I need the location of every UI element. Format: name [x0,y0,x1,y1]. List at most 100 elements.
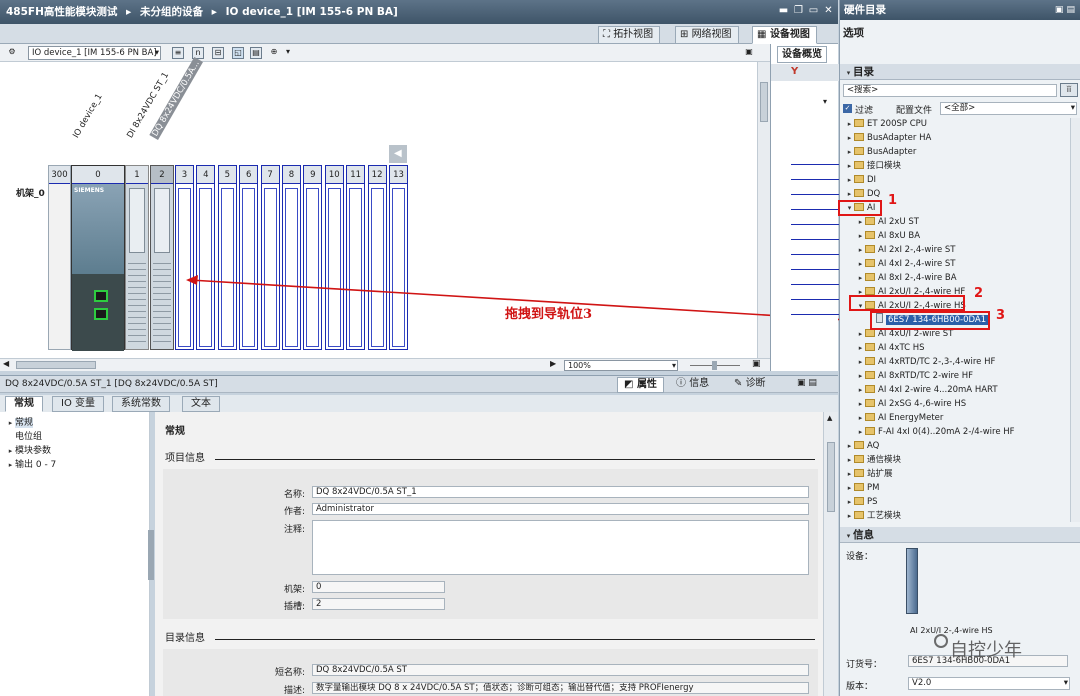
catalog-item[interactable]: ▸ PM [840,481,1070,495]
tab-diagnostics[interactable]: ✎ 诊断 [728,377,772,393]
tab-device-overview[interactable]: 设备概览 [777,46,827,63]
catalog-item[interactable]: ▸ AI 8xI 2-,4-wire BA [840,271,1070,285]
rack-slot-2[interactable]: 2 [150,165,174,350]
snap-icon[interactable]: ◱ [232,47,244,59]
canvas-vertical-scrollbar[interactable] [757,62,770,358]
zoom-icon[interactable]: ⊕ [268,47,280,59]
hscroll-thumb[interactable] [16,361,96,369]
device-selector[interactable]: IO device_1 [IM 155-6 PN BA] ▾ [28,46,161,60]
fit-view-icon[interactable]: ▣ [752,359,761,369]
subtab-system-constants[interactable]: 系统常数 [112,396,170,412]
tab-info[interactable]: ⓘ 信息 [670,377,715,393]
catalog-item[interactable]: ▸ AI 4xI 2-wire 4...20mA HART [840,383,1070,397]
catalog-item[interactable]: ▸ DQ [840,187,1070,201]
rack-slot-0[interactable]: 0 SIEMENS [71,165,125,351]
close-icon[interactable]: ✕ [823,5,834,16]
caret-right-icon[interactable]: ▸ [845,159,854,173]
catalog-item[interactable]: ▸ ET 200SP CPU [840,117,1070,131]
panel-menu-icon[interactable]: ▣ ▤ [1055,0,1075,20]
caret-right-icon[interactable]: ▸ [856,215,865,229]
rack-slot-6[interactable]: 6 [239,165,259,350]
catalog-item[interactable]: ▸ AQ [840,439,1070,453]
catalog-item[interactable]: ▸ AI 4xTC HS [840,341,1070,355]
subtab-general[interactable]: 常规 [5,396,43,412]
rack-slot-12[interactable]: 12 [367,165,387,350]
rack-slot-300[interactable]: 300 [48,165,71,350]
caret-right-icon[interactable]: ▸ [845,131,854,145]
splitter-handle[interactable] [148,530,154,580]
name-field[interactable]: DQ 8x24VDC/0.5A ST_1 [312,486,809,498]
scroll-thumb[interactable] [827,442,835,512]
catalog-item[interactable]: ▸ BusAdapter HA [840,131,1070,145]
catalog-item[interactable]: ▸ F-AI 4xI 0(4)..20mA 2-/4-wire HF [840,425,1070,439]
breadcrumb-project[interactable]: 485FH高性能模块测试 [6,6,117,18]
overview-toggle-icon[interactable]: ▣ [743,47,755,59]
subtab-texts[interactable]: 文本 [182,396,220,412]
catalog-item[interactable]: ▸ 通信模块 [840,453,1070,467]
rack-slot-11[interactable]: 11 [346,165,366,350]
caret-right-icon[interactable]: ▸ [856,271,865,285]
minimize-icon[interactable]: ▬ [778,5,789,16]
catalog-item[interactable]: ▸ 工艺模块 [840,509,1070,523]
options-label[interactable]: 选项 [843,25,864,40]
scroll-thumb[interactable] [760,82,768,122]
caret-right-icon[interactable]: ▸ [845,117,854,131]
chevron-down-icon[interactable]: ▾ [823,97,827,106]
catalog-section-header[interactable]: ▾ 目录 [840,64,1080,80]
catalog-item[interactable]: ▸ AI 8xRTD/TC 2-wire HF [840,369,1070,383]
properties-scrollbar[interactable]: ▲ [823,412,838,696]
filter-checkbox[interactable]: ✓ [843,104,852,113]
nav-item-general[interactable]: ▸ 常规 [0,416,149,430]
collapse-left-icon[interactable]: ◀ [389,145,407,163]
rack-label-di-module[interactable]: DI 8x24VDC ST_1 [125,71,171,140]
filter-icon[interactable]: Y [791,66,798,77]
tab-topology-view[interactable]: ⛶ 拓扑视图 [598,26,661,44]
catalog-item[interactable]: ▸ AI 2xU ST [840,215,1070,229]
rack-slot-4[interactable]: 4 [196,165,216,350]
caret-right-icon[interactable]: ▸ [856,411,865,425]
catalog-search-input[interactable]: <搜索> [843,84,1057,97]
catalog-scrollbar[interactable] [1070,118,1080,522]
caret-right-icon[interactable]: ▸ [845,467,854,481]
rack-slot-8[interactable]: 8 [282,165,301,350]
catalog-item[interactable]: ▸ AI 4xRTD/TC 2-,3-,4-wire HF [840,355,1070,369]
rack-icon[interactable]: ≡ [172,47,184,59]
scroll-up-icon[interactable]: ▲ [827,414,832,422]
catalog-item[interactable]: ▸ DI [840,173,1070,187]
caret-right-icon[interactable]: ▸ [845,439,854,453]
caret-right-icon[interactable]: ▸ [845,481,854,495]
profile-select[interactable]: <全部> ▾ [940,102,1077,115]
panel-menu-icon[interactable]: ▣ ▤ [797,378,817,388]
scroll-left-icon[interactable]: ◀ [3,359,9,368]
network-device-icon[interactable]: ⚙ [6,47,18,59]
nav-item-outputs[interactable]: ▸ 输出 0 - 7 [0,458,149,472]
caret-right-icon[interactable]: ▸ [856,341,865,355]
caret-right-icon[interactable]: ▸ [856,243,865,257]
page-break-icon[interactable]: ⊟ [212,47,224,59]
tab-properties[interactable]: ◩ 属性 [617,377,664,393]
catalog-item[interactable]: ▸ 接口模块 [840,159,1070,173]
caret-right-icon[interactable]: ▸ [856,257,865,271]
maximize-icon[interactable]: ▭ [808,5,819,16]
rack-slot-5[interactable]: 5 [217,165,237,350]
zoom-select[interactable]: 100% ▾ [564,360,678,371]
nav-item-module-params[interactable]: ▸ 模块参数 [0,444,149,458]
catalog-item[interactable]: ▸ AI 2xI 2-,4-wire ST [840,243,1070,257]
caret-right-icon[interactable]: ▸ [856,425,865,439]
rack-slot-13[interactable]: 13 [389,165,408,350]
rack-slot-3[interactable]: 3 [175,165,194,350]
caret-right-icon[interactable]: ▸ [856,383,865,397]
zoom-down-icon[interactable]: ▾ [282,47,294,59]
tab-network-view[interactable]: ⊞ 网络视图 [675,26,739,44]
version-select[interactable]: V2.0 ▾ [908,677,1070,690]
comment-field[interactable] [312,520,809,575]
zoom-slider-handle[interactable] [712,361,717,370]
tab-device-view[interactable]: ▦ 设备视图 [752,26,817,44]
author-field[interactable]: Administrator [312,503,809,515]
info-section-header[interactable]: ▾ 信息 [840,527,1080,543]
catalog-item[interactable]: ▸ AI 4xI 2-,4-wire ST [840,257,1070,271]
catalog-item[interactable]: ▸ AI 8xU BA [840,229,1070,243]
rack-label-io-device[interactable]: IO device_1 [71,92,104,140]
caret-right-icon[interactable]: ▸ [856,327,865,341]
canvas-horizontal-scrollbar[interactable]: ◀ ▶ 100% ▾ ▣ [0,358,770,371]
